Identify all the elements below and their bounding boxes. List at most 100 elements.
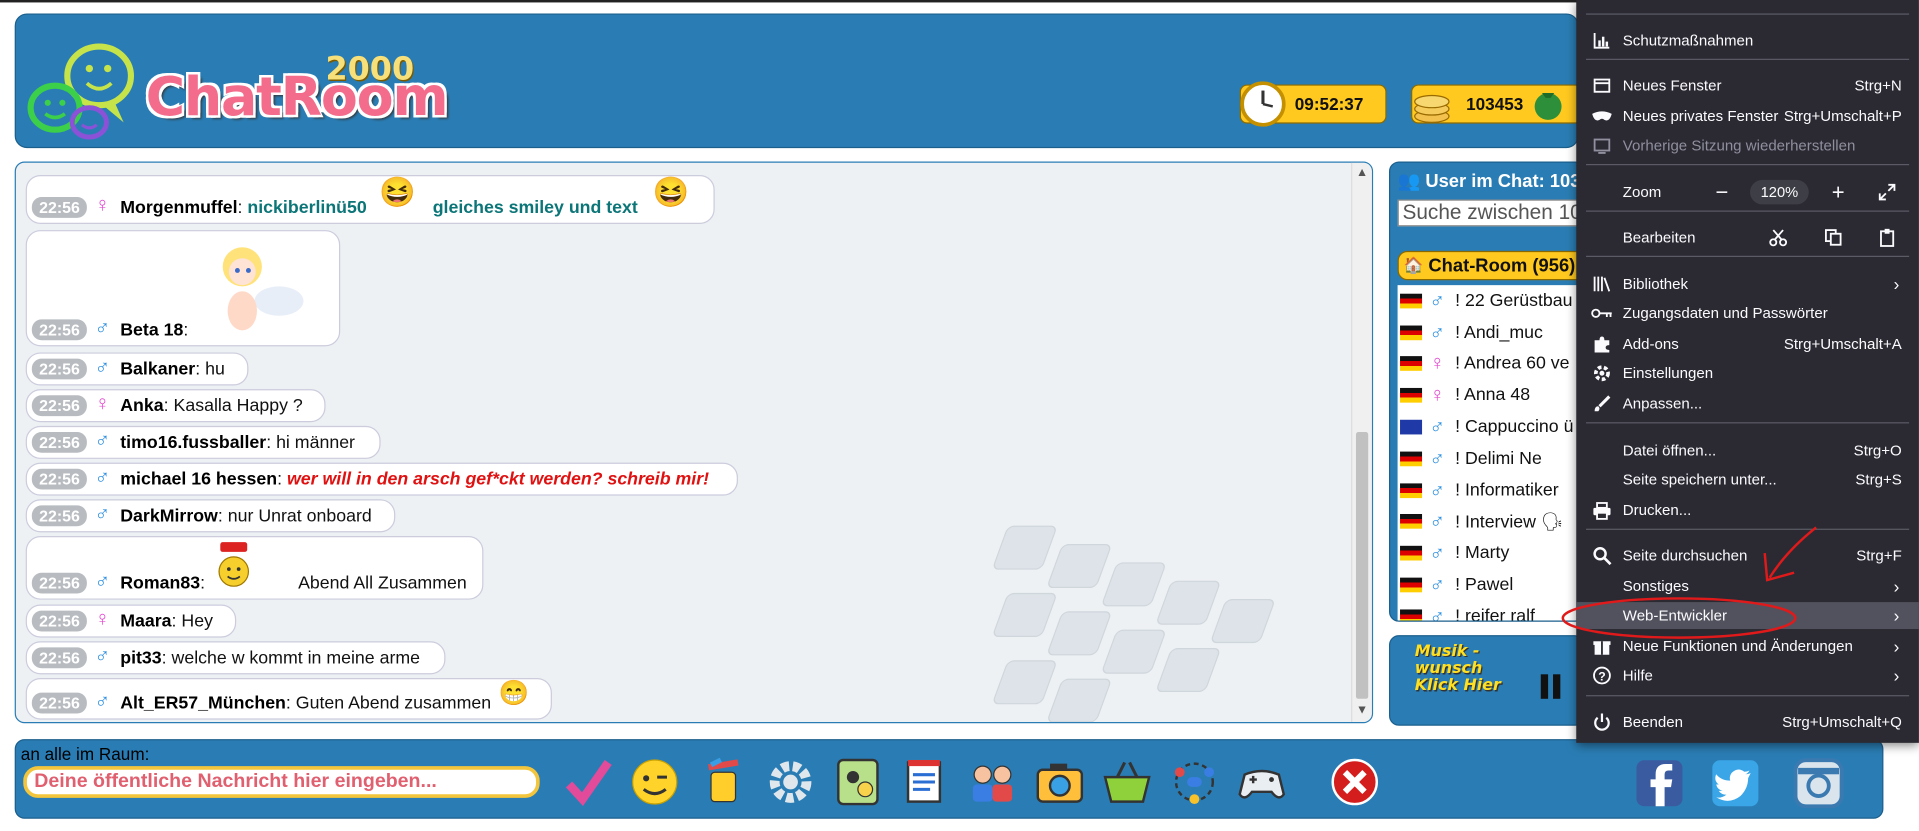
- logout-close-icon[interactable]: [1328, 755, 1382, 809]
- message-user[interactable]: Anka: [120, 397, 163, 417]
- chat-message: 22:56 ♀ Maara: Hey: [25, 604, 237, 638]
- chat-message-area[interactable]: 22:56 ♀ Morgenmuffel: nickiberlinü50 😆 g…: [14, 161, 1374, 724]
- menu-item-quit[interactable]: Beenden Strg+Umschalt+Q: [1576, 709, 1919, 736]
- chat-message: 22:56 ♂ Alt_ER57_München: Guten Abend zu…: [25, 677, 552, 720]
- puzzle-piece-icon: [1590, 332, 1614, 356]
- pause-icon[interactable]: [1540, 673, 1562, 700]
- message-time: 22:56: [31, 197, 88, 218]
- restore-session-icon: [1590, 133, 1614, 157]
- menu-item-print[interactable]: Drucken...: [1576, 497, 1919, 524]
- menu-item-save-page[interactable]: Seite speichern unter... Strg+S: [1576, 466, 1919, 493]
- message-user[interactable]: DarkMirrow: [120, 507, 218, 527]
- svg-text:?: ?: [1598, 669, 1605, 683]
- profile-card-icon[interactable]: [831, 755, 885, 809]
- female-icon: ♀: [1429, 383, 1446, 407]
- menu-item-label: Web-Entwickler: [1622, 607, 1728, 625]
- keyboard-watermark: [993, 525, 1274, 723]
- room-selector[interactable]: 🏠 Chat-Room (956): [1397, 250, 1584, 281]
- search-icon: [1590, 543, 1614, 567]
- menu-item-settings[interactable]: Einstellungen: [1576, 360, 1919, 387]
- fullscreen-icon[interactable]: [1874, 179, 1901, 206]
- scroll-up-arrow-icon[interactable]: ▲: [1352, 165, 1372, 182]
- chart-icon: [1590, 28, 1614, 52]
- public-message-input[interactable]: [23, 766, 540, 798]
- message-user[interactable]: Balkaner: [120, 360, 195, 380]
- male-icon: ♂: [94, 465, 111, 489]
- music-wish-panel[interactable]: Musik - wunsch Klick Hier: [1389, 635, 1585, 726]
- user-row[interactable]: ♀ ! Andrea 60 ve: [1398, 348, 1584, 380]
- menu-item-library[interactable]: Bibliothek ›: [1576, 270, 1919, 297]
- shopping-basket-icon[interactable]: [1100, 755, 1154, 809]
- paint-bucket-icon[interactable]: [696, 755, 750, 809]
- user-row[interactable]: ♂ ! Informatiker: [1398, 475, 1584, 507]
- menu-item-whats-new[interactable]: Neue Funktionen und Änderungen ›: [1576, 633, 1919, 660]
- friendship-network-icon[interactable]: [1168, 755, 1222, 809]
- menu-item-shortcut: Strg+Umschalt+Q: [1782, 713, 1902, 731]
- menu-item-find-in-page[interactable]: Seite durchsuchen Strg+F: [1576, 542, 1919, 569]
- zoom-level[interactable]: 120%: [1750, 179, 1809, 205]
- room-name: Chat-Room (956): [1428, 255, 1576, 276]
- paste-clipboard-icon[interactable]: [1874, 224, 1901, 251]
- user-row[interactable]: ♂ ! Pawel: [1398, 569, 1584, 601]
- scroll-thumb[interactable]: [1355, 432, 1369, 699]
- coins-icon: [1414, 94, 1450, 123]
- chat-scrollbar[interactable]: ▲ ▼: [1351, 162, 1372, 723]
- menu-item-open-file[interactable]: Datei öffnen... Strg+O: [1576, 437, 1919, 464]
- message-user[interactable]: michael 16 hessen: [120, 470, 277, 490]
- menu-item-label: Bearbeiten: [1622, 228, 1696, 246]
- user-row[interactable]: ♂ ! Andi_muc: [1398, 317, 1584, 349]
- coins-display[interactable]: 103453: [1411, 84, 1583, 124]
- user-row[interactable]: ♂ ! Interview 🗣: [1398, 506, 1584, 538]
- message-user[interactable]: Alt_ER57_München: [120, 694, 286, 714]
- menu-item-customize[interactable]: Anpassen...: [1576, 390, 1919, 417]
- male-icon: ♂: [94, 315, 111, 339]
- menu-item-passwords[interactable]: Zugangsdaten und Passwörter: [1576, 300, 1919, 327]
- message-user[interactable]: Beta 18: [120, 321, 183, 341]
- copy-icon[interactable]: [1820, 224, 1847, 251]
- settings-gear-icon[interactable]: [764, 755, 818, 809]
- instagram-icon[interactable]: [1790, 755, 1846, 811]
- menu-item-new-window[interactable]: Neues Fenster Strg+N: [1576, 72, 1919, 99]
- gamepad-icon[interactable]: [1235, 755, 1289, 809]
- user-row[interactable]: ♀ ! Anna 48: [1398, 380, 1584, 412]
- menu-item-zoom: Zoom − 120% +: [1576, 179, 1919, 206]
- message-user[interactable]: Maara: [120, 612, 171, 632]
- message-user[interactable]: timo16.fussballer: [120, 433, 266, 453]
- menu-item-addons[interactable]: Add-ons Strg+Umschalt+A: [1576, 330, 1919, 357]
- menu-item-private-window[interactable]: Neues privates Fenster Strg+Umschalt+P: [1576, 103, 1919, 130]
- friends-icon[interactable]: [966, 755, 1020, 809]
- user-row[interactable]: ♂ ! Cappuccino ü: [1398, 411, 1584, 443]
- help-icon: ?: [1590, 663, 1614, 687]
- message-user[interactable]: Roman83: [120, 574, 200, 594]
- message-user[interactable]: Morgenmuffel: [120, 198, 237, 218]
- scroll-down-arrow-icon[interactable]: ▼: [1352, 702, 1372, 719]
- user-row[interactable]: ♂ ! Marty: [1398, 538, 1584, 570]
- smiley-icon[interactable]: [628, 755, 682, 809]
- users-icon: 👥: [1397, 171, 1421, 193]
- user-row[interactable]: ♂ ! reifer ralf: [1398, 601, 1584, 621]
- menu-item-web-developer[interactable]: Web-Entwickler ›: [1576, 602, 1919, 630]
- facebook-icon[interactable]: [1631, 755, 1687, 811]
- menu-item-help[interactable]: ? Hilfe ›: [1576, 662, 1919, 689]
- zoom-in-button[interactable]: +: [1825, 179, 1852, 206]
- message-user[interactable]: pit33: [120, 649, 161, 669]
- checkmark-icon[interactable]: [562, 755, 616, 809]
- cut-scissors-icon[interactable]: [1765, 224, 1792, 251]
- menu-item-protections[interactable]: Schutzmaßnahmen: [1576, 27, 1919, 54]
- user-search-input[interactable]: Suche zwischen 103: [1397, 199, 1584, 227]
- chatroom-logo[interactable]: ChatRoom 2000: [26, 27, 449, 147]
- twitter-icon[interactable]: [1707, 755, 1763, 811]
- user-row[interactable]: ♂ ! Delimi Ne: [1398, 443, 1584, 475]
- menu-item-more-tools[interactable]: Sonstiges ›: [1576, 573, 1919, 600]
- document-list-icon[interactable]: [898, 755, 952, 809]
- male-icon: ♂: [94, 569, 111, 593]
- user-list-panel: 👥 User im Chat: 103 Suche zwischen 103 🏠…: [1389, 161, 1585, 622]
- paintbrush-icon: [1590, 392, 1614, 416]
- camera-icon[interactable]: [1033, 755, 1087, 809]
- zoom-out-button[interactable]: −: [1708, 179, 1735, 206]
- german-flag-icon: [1400, 577, 1423, 593]
- user-list: ♂ ! 22 Gerüstbau ♂ ! Andi_muc ♀ ! Andrea 60…: [1397, 285, 1584, 621]
- user-row[interactable]: ♂ ! 22 Gerüstbau: [1398, 285, 1584, 317]
- chat-message: 22:56 ♀ Anka: Kasalla Happy ?: [25, 389, 326, 423]
- music-wish-link[interactable]: Musik - wunsch Klick Hier: [1415, 643, 1501, 695]
